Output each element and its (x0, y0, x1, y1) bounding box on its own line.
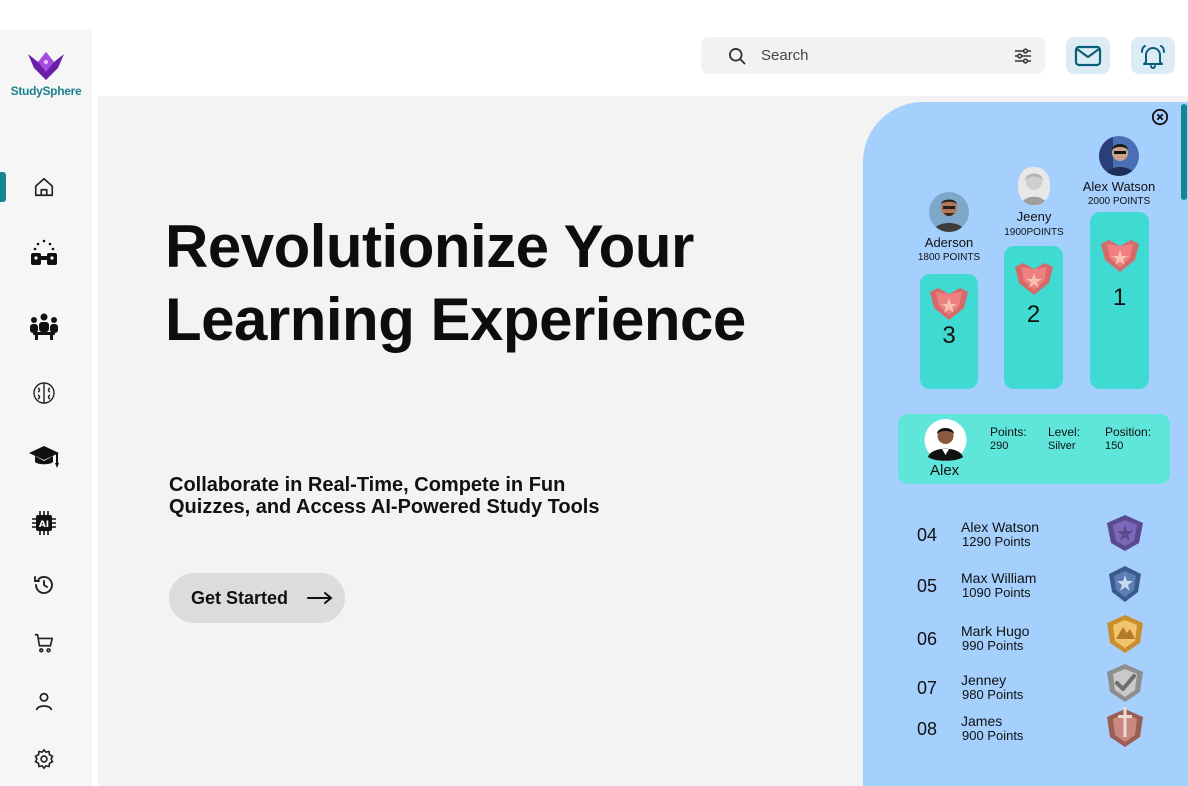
nav-brain[interactable] (28, 377, 60, 409)
podium-rank-2: 2 (1026, 301, 1041, 328)
blue-star-badge-icon (1109, 566, 1141, 602)
avatar-alex-icon (924, 419, 967, 461)
community-icon (30, 313, 58, 340)
hero-subtitle: Collaborate in Real-Time, Compete in Fun… (169, 474, 600, 518)
podium-name-3: Aderson (924, 235, 974, 250)
search-icon (729, 48, 746, 65)
purple-shield-badge-icon (1107, 515, 1143, 551)
messages-button[interactable] (1066, 37, 1110, 74)
podium-column-2: 2 (1004, 246, 1063, 389)
app-logo[interactable]: StudySphere (8, 50, 84, 110)
player-name: Jenney (961, 672, 1007, 688)
home-icon (34, 177, 54, 197)
sidebar: StudySphere AI (0, 30, 92, 786)
bell-icon (1141, 44, 1165, 69)
player-name: Alex Watson (961, 519, 1040, 535)
podium-name-1: Alex Watson (1082, 179, 1156, 194)
close-icon[interactable] (1151, 108, 1169, 126)
mail-icon (1074, 45, 1102, 66)
ruby-shield-badge (1014, 263, 1053, 295)
podium-points-2: 1900POINTS (1004, 227, 1064, 238)
avatar[interactable] (929, 192, 969, 232)
panel-scrollbar[interactable] (1181, 104, 1187, 200)
group-study-icon (31, 239, 57, 265)
hero-title: Revolutionize Your Learning Experience (165, 213, 746, 353)
app-root: StudySphere AI Search Revolutionize Your… (0, 0, 1188, 786)
rank-number: 04 (917, 525, 938, 545)
nav-history[interactable] (28, 569, 60, 601)
rank-number: 07 (917, 678, 938, 698)
player-name: Max William (961, 570, 1037, 586)
svg-text:AI: AI (39, 520, 49, 530)
position-value: 150 (1105, 440, 1124, 452)
silver-check-badge-icon (1107, 664, 1143, 702)
list-item[interactable]: 08 James 900 Points (898, 707, 1170, 759)
search-input[interactable] (761, 37, 1001, 74)
list-item[interactable]: 04 Alex Watson 1290 Points (898, 515, 1170, 565)
level-value: Silver (1048, 440, 1076, 452)
rank-number: 08 (917, 719, 938, 739)
get-started-label: Get Started (191, 587, 289, 608)
history-icon (34, 576, 53, 594)
player-points: 980 Points (962, 687, 1024, 702)
nav-courses[interactable] (28, 441, 60, 473)
player-name: Mark Hugo (961, 623, 1030, 639)
graduation-cap-icon (29, 446, 59, 468)
avatar[interactable] (922, 419, 969, 461)
nav-home[interactable] (28, 171, 60, 203)
ruby-shield-badge (1100, 240, 1139, 272)
settings-icon (34, 748, 54, 770)
nav-group-study[interactable] (28, 236, 60, 268)
avatar[interactable] (1099, 136, 1139, 176)
podium-points-3: 1800 POINTS (917, 252, 981, 263)
avatar-alex-watson-icon (1099, 136, 1139, 176)
podium-name-2: Jeeny (1016, 209, 1052, 224)
avatar-aderson-icon (929, 192, 969, 232)
podium-rank-3: 3 (942, 322, 956, 349)
podium-column-3: 3 (920, 274, 978, 389)
podium-rank-1: 1 (1112, 284, 1127, 311)
rank-number: 05 (917, 576, 938, 596)
podium-points-1: 2000 POINTS (1087, 196, 1151, 207)
player-points: 990 Points (962, 638, 1024, 653)
logo-icon (28, 52, 64, 80)
nav-cart[interactable] (28, 627, 60, 659)
avatar[interactable] (1018, 167, 1050, 205)
cart-icon (34, 633, 54, 653)
avatar-jeeny-icon (1018, 167, 1050, 205)
search-bar (701, 37, 1045, 74)
nav-ai-tools[interactable]: AI (28, 507, 60, 539)
player-points: 1090 Points (962, 585, 1031, 600)
player-points: 900 Points (962, 728, 1024, 743)
active-nav-indicator (0, 172, 6, 202)
profile-icon (35, 692, 53, 711)
arrow-right-icon (307, 592, 333, 604)
level-label: Level: (1048, 425, 1081, 439)
nav-profile[interactable] (28, 685, 60, 717)
notifications-button[interactable] (1131, 37, 1175, 74)
player-points: 1290 Points (962, 534, 1031, 549)
nav-community[interactable] (28, 310, 60, 342)
app-name: StudySphere (10, 84, 82, 98)
player-name: James (961, 713, 1003, 729)
bronze-sword-badge-icon (1107, 707, 1143, 747)
points-value: 290 (990, 440, 1009, 452)
nav-settings[interactable] (28, 743, 60, 775)
rank-number: 06 (917, 629, 938, 649)
gold-mountain-badge-icon (1107, 615, 1143, 653)
current-user-name: Alex (930, 462, 960, 479)
ai-chip-icon: AI (32, 511, 56, 535)
podium-column-1: 1 (1090, 212, 1149, 389)
position-label: Position: (1105, 425, 1152, 439)
brain-icon (33, 382, 55, 404)
ruby-shield-badge (930, 288, 968, 320)
get-started-button[interactable]: Get Started (169, 573, 345, 623)
list-item[interactable]: 05 Max William 1090 Points (898, 566, 1170, 616)
points-label: Points: (990, 425, 1027, 439)
filter-icon[interactable] (1013, 46, 1033, 66)
